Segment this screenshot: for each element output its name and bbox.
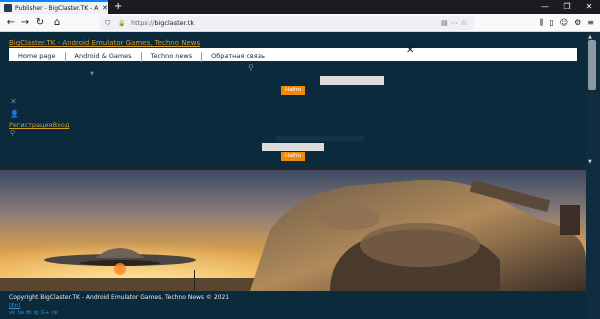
scroll-up-icon[interactable]: ▲ — [588, 34, 592, 40]
sidebar-icon[interactable]: ▯ — [549, 16, 553, 30]
menu-item-techno-news[interactable]: Techno news — [140, 52, 202, 62]
scroll-down-icon[interactable]: ▼ — [588, 159, 592, 165]
favicon-icon — [4, 4, 12, 12]
browser-tab-bar: Publisher - BigClaster.TK - Andr ✕ + — ❐… — [0, 0, 600, 14]
tab-close-icon[interactable]: ✕ — [102, 4, 108, 12]
language-link[interactable]: [En] — [9, 303, 20, 309]
vk-icon[interactable]: vk — [9, 310, 15, 316]
divider — [276, 136, 364, 141]
search-input-secondary[interactable] — [262, 143, 324, 151]
search-button[interactable]: Найти — [281, 86, 305, 95]
browser-toolbar: ← → ↻ ⌂ ⛉ 🔒 https://bigclaster.tk ▤⋯☆ ⫼ … — [0, 14, 600, 32]
auth-links[interactable]: РегистрацияВход — [9, 121, 69, 129]
page-actions: ▤⋯☆ — [441, 16, 470, 30]
menu-item-feedback[interactable]: Обратная связь — [201, 52, 274, 62]
site-title-link[interactable]: BigClaster.TK - Android Emulator Games, … — [9, 39, 200, 47]
bookmark-star-icon[interactable]: ☆ — [461, 19, 470, 27]
menu-icon[interactable]: ≡ — [587, 16, 594, 30]
chevron-down-icon[interactable]: ▼ — [90, 71, 94, 77]
url-text: https://bigclaster.tk — [131, 19, 195, 27]
menu-item-android-games[interactable]: Android & Games — [64, 52, 141, 62]
library-icon[interactable]: ⫼ — [540, 16, 544, 30]
back-icon[interactable]: ← — [4, 16, 18, 30]
menu-close-icon[interactable]: ✕ — [406, 46, 414, 56]
lock-icon[interactable]: 🔒 — [118, 20, 128, 27]
maximize-icon[interactable]: ❐ — [556, 0, 578, 14]
instagram-icon[interactable]: ig — [34, 310, 39, 316]
menu-item-home[interactable]: Home page — [9, 52, 65, 62]
twitter-icon[interactable]: tw — [17, 310, 24, 316]
address-bar[interactable]: ⛉ 🔒 https://bigclaster.tk ▤⋯☆ — [100, 16, 474, 30]
search-icon[interactable]: ⚲ — [10, 129, 15, 137]
toolbar-right: ⫼ ▯ ☺ ⚙ ≡ — [540, 16, 594, 30]
main-menu: Home page Android & Games Techno news Об… — [9, 52, 274, 62]
google-plus-icon[interactable]: G+ — [41, 310, 50, 316]
browser-tab-active[interactable]: Publisher - BigClaster.TK - Andr ✕ — [0, 0, 108, 14]
window-controls: — ❐ ✕ — [534, 0, 600, 14]
search-icon[interactable]: ⚲ — [248, 63, 254, 72]
copyright-text: Copyright BigClaster.TK - Android Emulat… — [9, 294, 230, 301]
reader-icon[interactable]: ▤ — [441, 19, 451, 27]
scrollbar-thumb[interactable] — [588, 40, 596, 90]
forward-icon[interactable]: → — [18, 16, 32, 30]
search-button-secondary[interactable]: Найти — [281, 152, 305, 161]
reload-icon[interactable]: ↻ — [33, 16, 47, 30]
hero-image — [0, 170, 586, 291]
social-links: vk tw fb ig G+ ok — [9, 310, 58, 316]
more-icon[interactable]: ⋯ — [451, 19, 461, 27]
window-close-icon[interactable]: ✕ — [578, 0, 600, 14]
new-tab-button[interactable]: + — [114, 1, 122, 13]
odnoklassniki-icon[interactable]: ok — [51, 310, 58, 316]
site-footer: Copyright BigClaster.TK - Android Emulat… — [0, 291, 586, 319]
user-icon[interactable]: 👤 — [10, 110, 19, 118]
account-icon[interactable]: ☺ — [560, 16, 568, 30]
search-input[interactable] — [320, 76, 384, 85]
web-page: BigClaster.TK - Android Emulator Games, … — [0, 33, 586, 319]
home-icon[interactable]: ⌂ — [50, 16, 64, 30]
close-icon[interactable]: ✕ — [10, 97, 17, 106]
facebook-icon[interactable]: fb — [26, 310, 31, 316]
tab-title: Publisher - BigClaster.TK - Andr — [15, 4, 99, 12]
shield-icon[interactable]: ⛉ — [105, 19, 115, 28]
extensions-icon[interactable]: ⚙ — [574, 16, 581, 30]
minimize-icon[interactable]: — — [534, 0, 556, 14]
